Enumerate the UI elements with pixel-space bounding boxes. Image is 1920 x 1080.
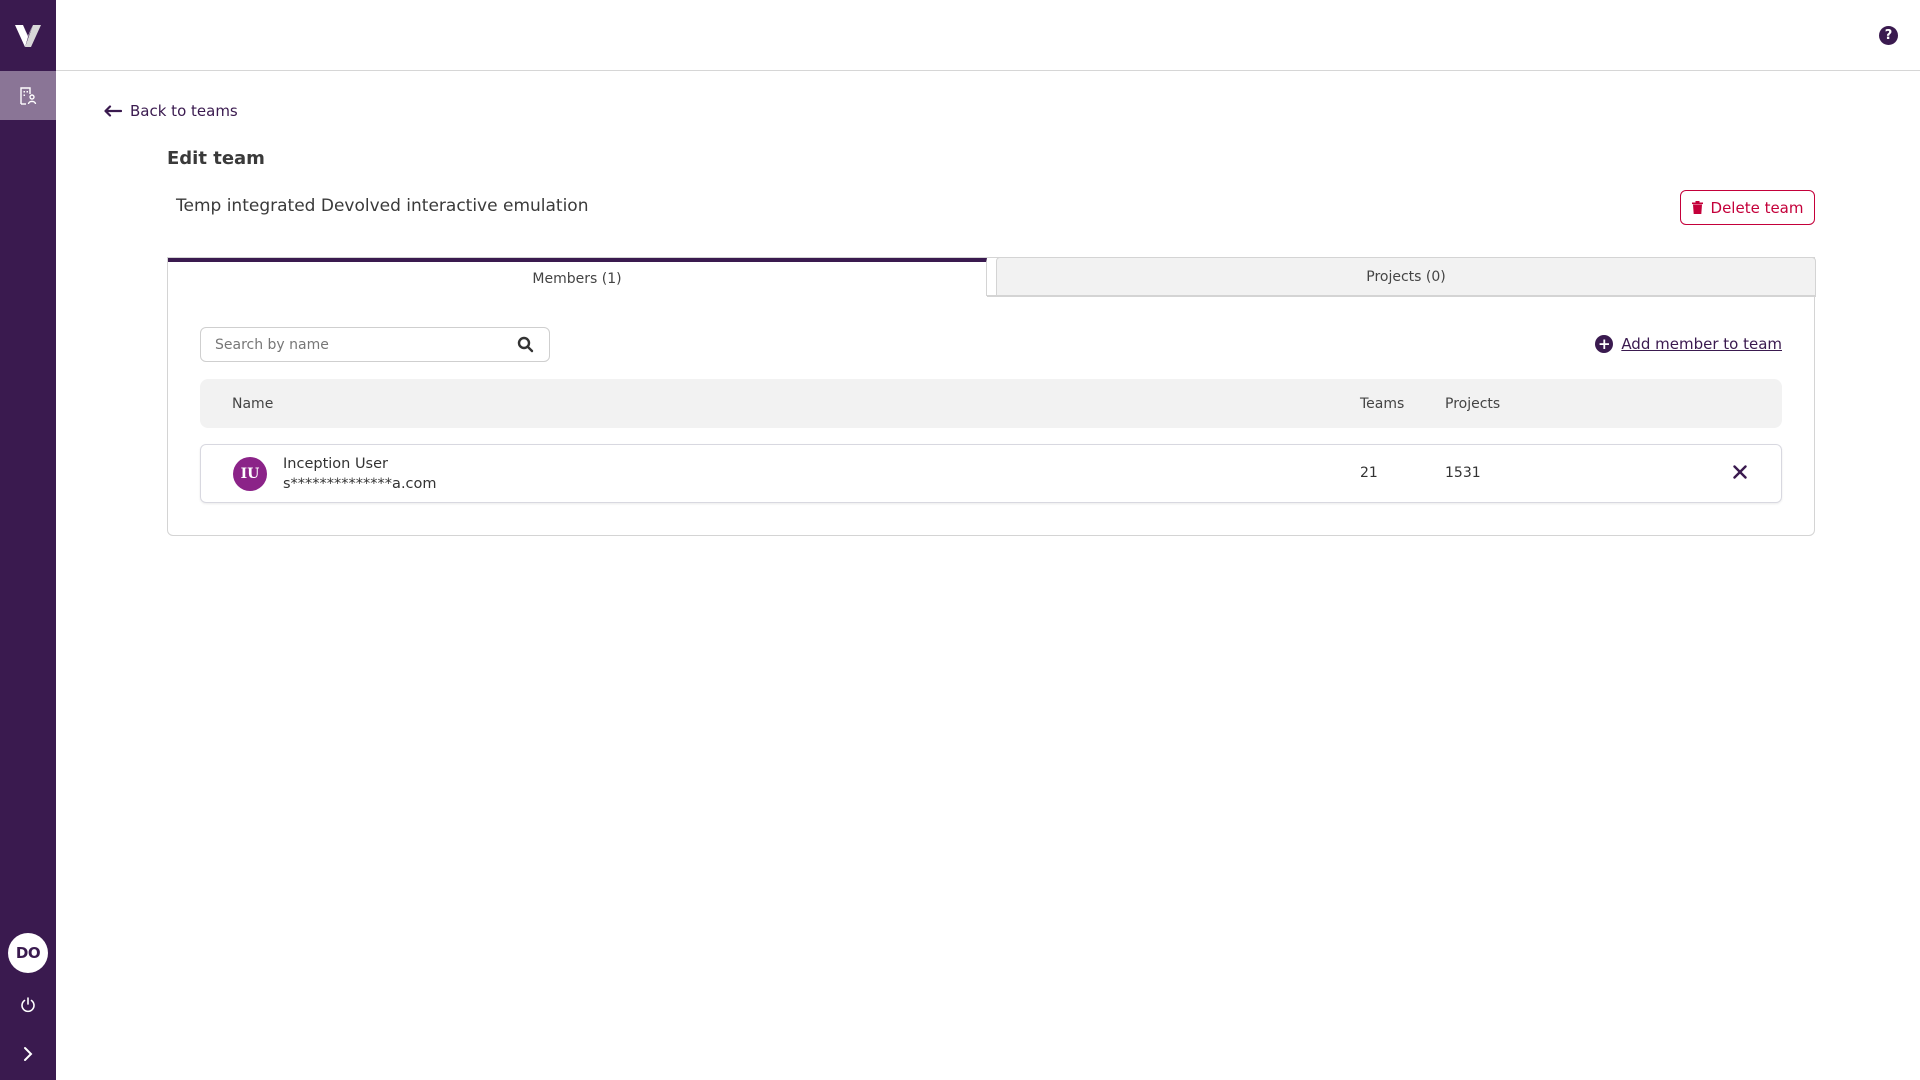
delete-team-button[interactable]: Delete team xyxy=(1680,190,1815,225)
search-icon[interactable] xyxy=(515,335,535,355)
members-table-header: Name Teams Projects xyxy=(200,379,1782,428)
tab-projects-label: Projects (0) xyxy=(1366,268,1446,285)
chevron-right-icon xyxy=(24,1047,33,1061)
sidebar: DO xyxy=(0,0,56,1080)
add-member-button[interactable]: + Add member to team xyxy=(1595,335,1782,353)
table-row: IU Inception User s**************a.com 2… xyxy=(200,444,1782,503)
arrow-left-icon xyxy=(104,105,122,117)
tab-divider xyxy=(987,295,1816,297)
column-header-teams[interactable]: Teams xyxy=(1360,379,1404,428)
building-user-icon xyxy=(20,86,37,105)
member-teams-count: 21 xyxy=(1360,465,1378,481)
search-input[interactable] xyxy=(215,336,515,353)
member-avatar: IU xyxy=(233,457,267,491)
member-email: s**************a.com xyxy=(283,476,437,492)
member-info: Inception User s**************a.com xyxy=(283,454,437,494)
column-header-name[interactable]: Name xyxy=(232,379,273,428)
member-search xyxy=(200,327,550,362)
delete-team-label: Delete team xyxy=(1710,198,1804,217)
sidebar-item-teams[interactable] xyxy=(0,71,56,120)
member-name: Inception User xyxy=(283,456,388,472)
page-title: Edit team xyxy=(167,148,265,169)
remove-member-button[interactable] xyxy=(1729,461,1751,483)
add-member-label: Add member to team xyxy=(1621,335,1782,353)
member-projects-count: 1531 xyxy=(1445,465,1481,481)
close-icon xyxy=(1733,465,1747,479)
tab-members[interactable]: Members (1) xyxy=(168,258,987,296)
help-icon: ? xyxy=(1884,28,1893,43)
help-button[interactable]: ? xyxy=(1879,26,1898,45)
user-avatar[interactable]: DO xyxy=(8,933,48,973)
plus-circle-icon: + xyxy=(1595,335,1614,353)
logout-button[interactable] xyxy=(16,993,40,1017)
tab-projects[interactable]: Projects (0) xyxy=(996,257,1816,296)
team-tabs-panel: Members (1) Projects (0) + Add member to… xyxy=(167,257,1816,536)
app-logo[interactable] xyxy=(0,0,56,71)
expand-sidebar-button[interactable] xyxy=(16,1042,40,1066)
back-label: Back to teams xyxy=(130,102,238,120)
top-bar: ? xyxy=(56,0,1920,71)
trash-icon xyxy=(1691,201,1703,214)
back-to-teams-link[interactable]: Back to teams xyxy=(104,102,238,120)
tab-members-label: Members (1) xyxy=(532,271,622,287)
column-header-projects[interactable]: Projects xyxy=(1445,379,1500,428)
v-logo-icon xyxy=(15,24,41,47)
power-icon xyxy=(21,997,35,1013)
team-name: Temp integrated Devolved interactive emu… xyxy=(176,196,589,216)
